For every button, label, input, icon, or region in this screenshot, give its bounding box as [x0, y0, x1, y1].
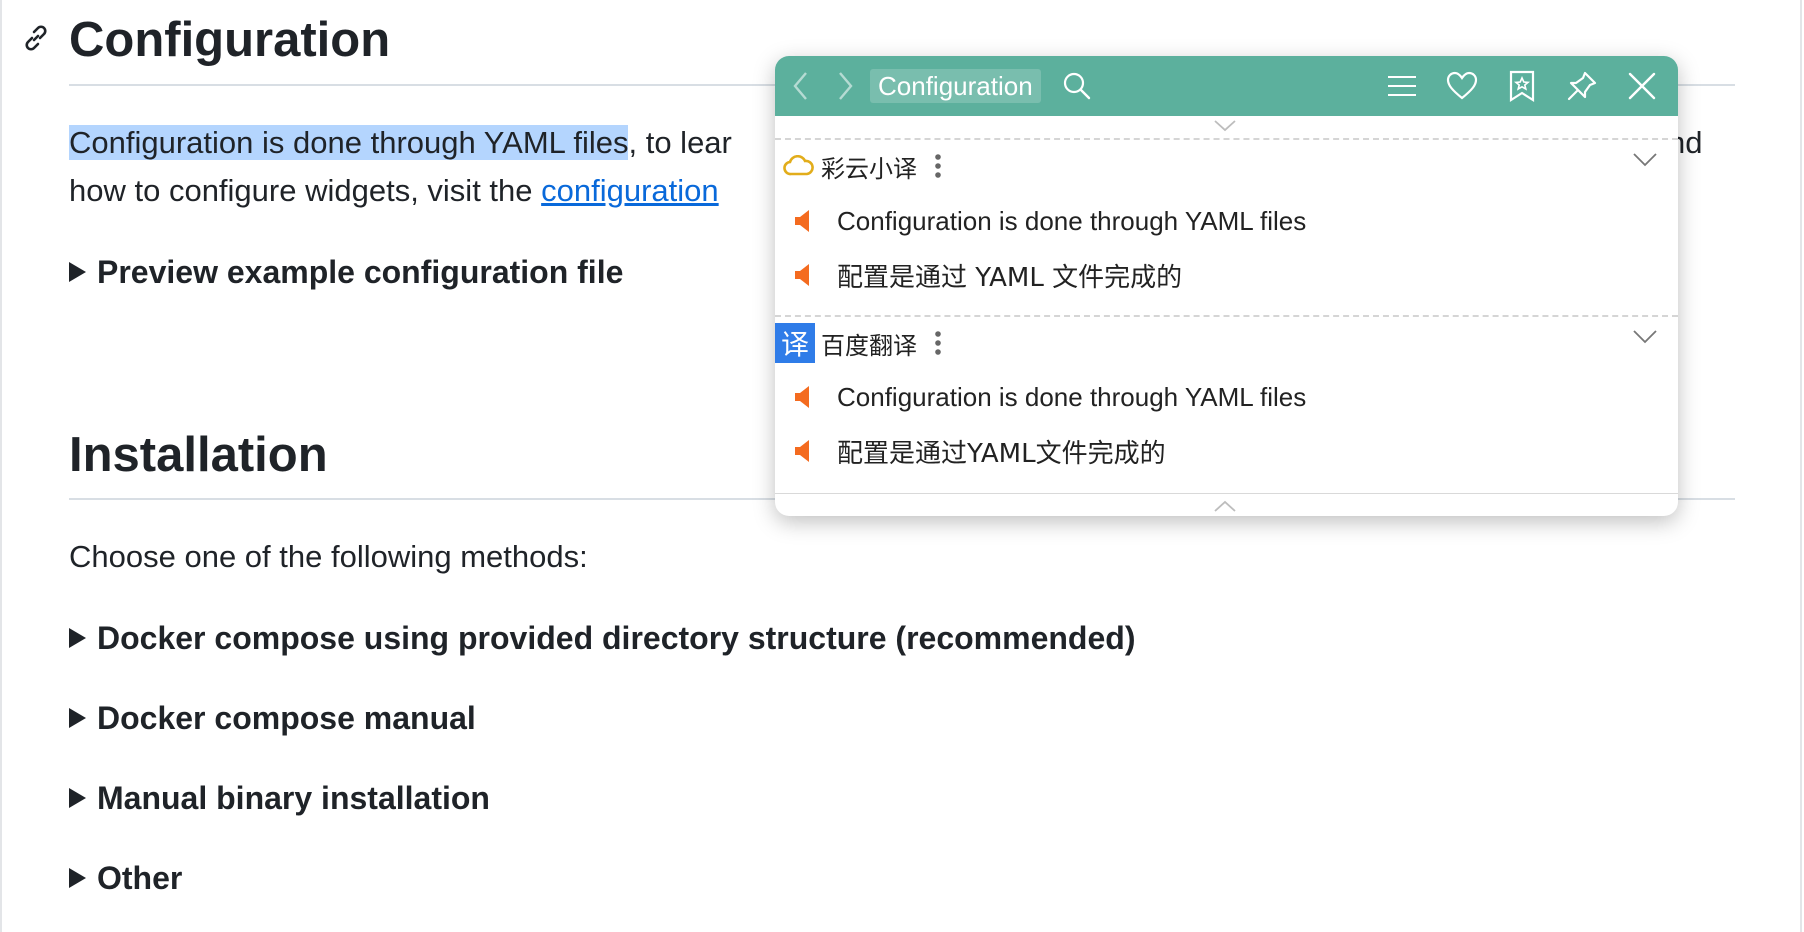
- method-details[interactable]: Other: [69, 856, 182, 900]
- disclosure-triangle-icon: [69, 262, 86, 282]
- method-details[interactable]: Docker compose using provided directory …: [69, 616, 1135, 660]
- more-vertical-icon[interactable]: [933, 152, 943, 180]
- preview-config-details[interactable]: Preview example configuration file: [69, 250, 623, 294]
- query-input[interactable]: Configuration: [870, 69, 1041, 103]
- details-label: Preview example configuration file: [97, 254, 624, 290]
- more-vertical-icon[interactable]: [933, 329, 943, 357]
- page-left-border: [0, 0, 4, 932]
- configuration-paragraph-line-1: Configuration is done through YAML files…: [69, 119, 732, 167]
- configuration-docs-link[interactable]: configuration: [541, 173, 719, 208]
- speaker-icon[interactable]: [793, 209, 813, 233]
- translated-text: 配置是通过 YAML 文件完成的: [837, 262, 1183, 293]
- configuration-paragraph-line-2: how to configure widgets, visit the conf…: [69, 167, 719, 215]
- popup-bottom-divider: [775, 493, 1678, 494]
- baidu-translate-logo-icon: 译: [775, 323, 815, 363]
- chevron-down-icon[interactable]: [1632, 152, 1658, 168]
- disclosure-triangle-icon: [69, 628, 86, 648]
- configuration-heading: Configuration: [69, 13, 391, 67]
- source-text: Configuration is done through YAML files: [837, 205, 1307, 236]
- speaker-icon[interactable]: [793, 263, 813, 287]
- collapse-chevron-icon[interactable]: [1213, 119, 1237, 138]
- details-label: Docker compose using provided directory …: [97, 620, 1136, 656]
- engine-name: 百度翻译: [821, 331, 917, 360]
- details-label: Docker compose manual: [97, 700, 476, 736]
- cloud-icon: [779, 146, 819, 186]
- result-line: 配置是通过YAML文件完成的: [793, 431, 1166, 471]
- popup-toolbar: Configuration: [775, 56, 1678, 116]
- back-button[interactable]: [787, 66, 815, 106]
- chevron-right-icon: [839, 72, 853, 100]
- page-right-border: [1800, 0, 1804, 932]
- heart-icon: [1446, 71, 1478, 100]
- close-button[interactable]: [1624, 66, 1660, 106]
- engine-header-caiyun: 彩云小译: [775, 140, 1678, 192]
- hamburger-icon: [1388, 76, 1416, 96]
- selected-text: Configuration is done through YAML files: [69, 125, 629, 160]
- link-icon[interactable]: [20, 22, 52, 54]
- pin-button[interactable]: [1564, 66, 1600, 106]
- search-icon: [1063, 72, 1091, 100]
- forward-button[interactable]: [831, 66, 859, 106]
- menu-button[interactable]: [1384, 66, 1420, 106]
- result-line: Configuration is done through YAML files: [793, 377, 1306, 417]
- method-details[interactable]: Manual binary installation: [69, 776, 490, 820]
- result-line: Configuration is done through YAML files: [793, 201, 1306, 241]
- installation-intro: Choose one of the following methods:: [69, 539, 588, 574]
- disclosure-triangle-icon: [69, 868, 86, 888]
- translated-text: 配置是通过YAML文件完成的: [837, 438, 1166, 469]
- method-details[interactable]: Docker compose manual: [69, 696, 476, 740]
- installation-heading: Installation: [69, 428, 328, 482]
- paragraph-text: how to configure widgets, visit the: [69, 173, 542, 208]
- details-label: Manual binary installation: [97, 780, 490, 816]
- chevron-down-icon[interactable]: [1632, 329, 1658, 345]
- engine-name: 彩云小译: [821, 154, 917, 183]
- close-icon: [1628, 72, 1656, 100]
- engine-header-baidu: 译 百度翻译: [775, 317, 1678, 369]
- chevron-left-icon: [793, 72, 807, 100]
- result-line: 配置是通过 YAML 文件完成的: [793, 255, 1182, 295]
- favorite-button[interactable]: [1444, 66, 1480, 106]
- disclosure-triangle-icon: [69, 788, 86, 808]
- source-text: Configuration is done through YAML files: [837, 381, 1307, 412]
- search-button[interactable]: [1060, 66, 1094, 106]
- wordbook-button[interactable]: [1504, 66, 1540, 106]
- speaker-icon[interactable]: [793, 385, 813, 409]
- speaker-icon[interactable]: [793, 439, 813, 463]
- pin-icon: [1567, 71, 1597, 101]
- paragraph-text: , to lear: [628, 125, 732, 160]
- expand-chevron-up-icon[interactable]: [1213, 499, 1237, 516]
- disclosure-triangle-icon: [69, 708, 86, 728]
- bookmark-star-icon: [1509, 70, 1535, 102]
- details-label: Other: [97, 860, 183, 896]
- translation-popup: Configuration 彩云小译 Configuration is done…: [775, 56, 1678, 516]
